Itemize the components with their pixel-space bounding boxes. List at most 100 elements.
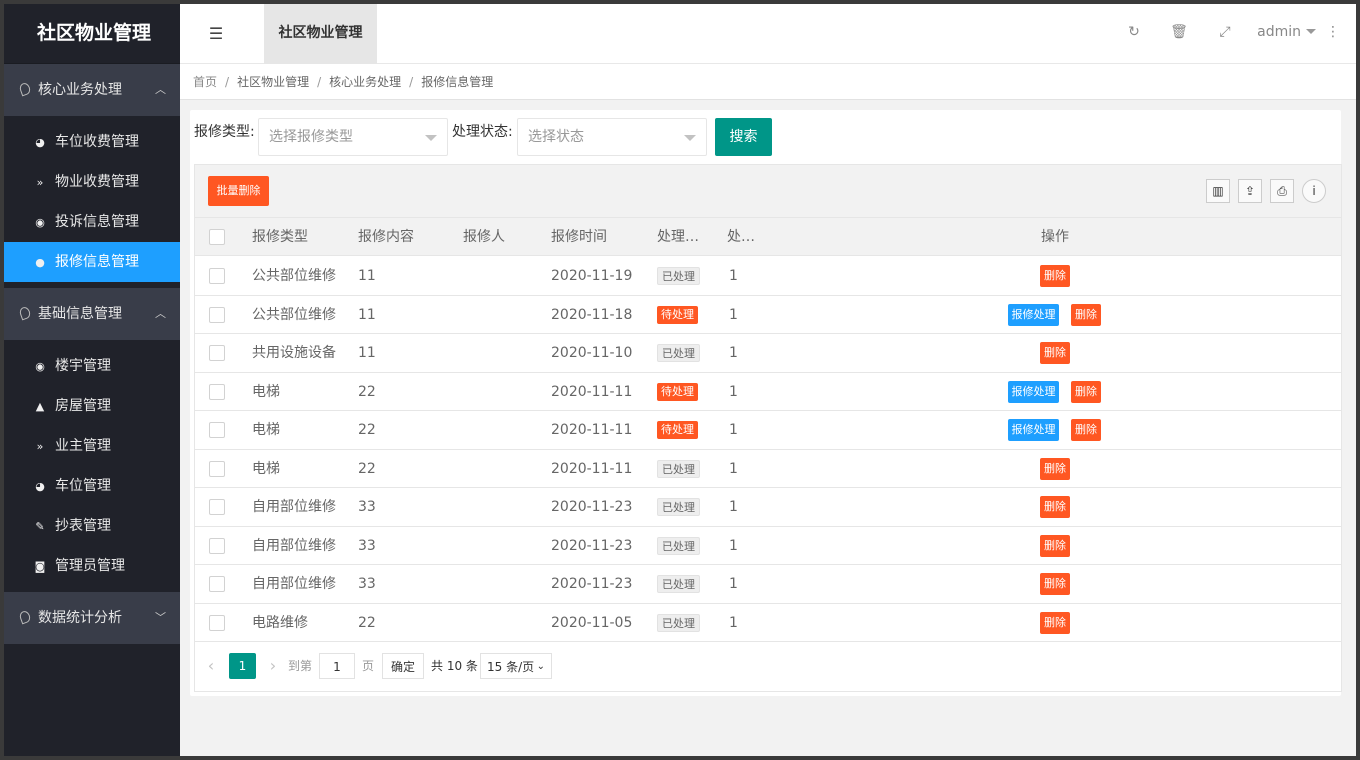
table-toolbar: 批量删除 ▥ ⇪ ⎙ i bbox=[195, 165, 1341, 218]
row-checkbox[interactable] bbox=[209, 268, 225, 284]
cell-repair-time: 2020-11-11 bbox=[551, 460, 633, 477]
columns-icon[interactable]: ▥ bbox=[1206, 179, 1230, 203]
next-page-icon[interactable]: › bbox=[265, 653, 281, 679]
col-reporter[interactable]: 报修人 bbox=[463, 218, 505, 256]
pagination: ‹ 1 › 到第 1 页 确定 共 10 条 15 条/页 ⌄ bbox=[195, 643, 1341, 691]
cell-repair-content: 33 bbox=[358, 499, 376, 515]
refresh-icon[interactable]: ↻ bbox=[1124, 22, 1144, 42]
table-row: 自用部位维修 33 2020-11-23 已处理 1 删除 bbox=[195, 488, 1341, 527]
row-checkbox[interactable] bbox=[209, 537, 225, 554]
row-checkbox[interactable] bbox=[209, 306, 225, 323]
sidebar-item[interactable]: ✎ 抄表管理 bbox=[4, 506, 180, 546]
export-icon[interactable]: ⇪ bbox=[1238, 179, 1262, 203]
main-card: 报修类型: 选择报修类型 处理状态: 选择状态 搜索 批量删除 ▥ ⇪ ⎙ i bbox=[190, 110, 1342, 696]
delete-button[interactable]: 删除 bbox=[1040, 457, 1070, 480]
cell-repair-time: 2020-11-23 bbox=[551, 499, 633, 515]
breadcrumb: 首页 / 社区物业管理 / 核心业务处理 / 报修信息管理 bbox=[180, 64, 1356, 100]
col-status[interactable]: 处理… bbox=[657, 218, 699, 256]
cell-handled: 1 bbox=[729, 383, 738, 400]
cell-repair-type: 自用部位维修 bbox=[252, 537, 336, 554]
sidebar-item[interactable]: ◙ 管理员管理 bbox=[4, 546, 180, 586]
delete-button[interactable]: 删除 bbox=[1071, 303, 1101, 326]
header-tab[interactable]: 社区物业管理 bbox=[264, 4, 377, 64]
page-size-value: 15 条/页 bbox=[487, 660, 535, 674]
cell-repair-type: 电梯 bbox=[252, 460, 280, 477]
sidebar-item[interactable]: ◕ 车位管理 bbox=[4, 466, 180, 506]
trash-icon[interactable]: 🗑 bbox=[1169, 22, 1189, 42]
menu-toggle-icon[interactable]: ☰ bbox=[206, 24, 226, 44]
delete-button[interactable]: 删除 bbox=[1040, 342, 1070, 364]
cell-repair-type: 公共部位维修 bbox=[252, 268, 336, 284]
sidebar-item-label: 车位管理 bbox=[55, 478, 111, 494]
breadcrumb-item[interactable]: 核心业务处理 bbox=[329, 75, 401, 89]
row-checkbox[interactable] bbox=[209, 345, 225, 361]
process-button[interactable]: 报修处理 bbox=[1008, 303, 1059, 326]
delete-button[interactable]: 删除 bbox=[1040, 265, 1070, 287]
col-repair-type[interactable]: 报修类型 bbox=[252, 218, 308, 256]
status-label: 处理状态: bbox=[452, 124, 513, 140]
cell-handled: 1 bbox=[729, 460, 738, 477]
cell-handled: 1 bbox=[729, 268, 738, 284]
nav-group-label: 基础信息管理 bbox=[38, 306, 122, 322]
user-menu[interactable]: admin bbox=[1257, 24, 1316, 40]
more-vertical-icon[interactable]: ⋮ bbox=[1326, 24, 1340, 40]
goto-page-input[interactable]: 1 bbox=[319, 653, 355, 679]
delete-button[interactable]: 删除 bbox=[1071, 419, 1101, 441]
sidebar-item[interactable]: ◉ 楼宇管理 bbox=[4, 346, 180, 386]
print-icon[interactable]: ⎙ bbox=[1270, 179, 1294, 203]
row-checkbox[interactable] bbox=[209, 422, 225, 438]
fullscreen-icon[interactable]: ⤢ bbox=[1215, 22, 1235, 42]
delete-button[interactable]: 删除 bbox=[1040, 534, 1070, 557]
info-icon[interactable]: i bbox=[1302, 179, 1326, 203]
page-size-select[interactable]: 15 条/页 ⌄ bbox=[480, 653, 552, 679]
search-button[interactable]: 搜索 bbox=[715, 118, 772, 156]
process-button[interactable]: 报修处理 bbox=[1008, 380, 1059, 403]
col-handled[interactable]: 处… bbox=[727, 218, 755, 256]
delete-button[interactable]: 删除 bbox=[1040, 496, 1070, 518]
table-row: 公共部位维修 11 2020-11-18 待处理 1 报修处理 删除 bbox=[195, 295, 1341, 334]
row-checkbox[interactable] bbox=[209, 614, 225, 631]
sidebar-item[interactable]: ▲ 房屋管理 bbox=[4, 386, 180, 426]
sidebar-item[interactable]: » 物业收费管理 bbox=[4, 162, 180, 202]
sidebar-item[interactable]: ● 报修信息管理 bbox=[4, 242, 180, 282]
col-repair-content[interactable]: 报修内容 bbox=[358, 218, 414, 256]
nav-group[interactable]: 核心业务处理 ︿ bbox=[4, 64, 180, 116]
sidebar-item[interactable]: ◉ 投诉信息管理 bbox=[4, 202, 180, 242]
status-badge: 待处理 bbox=[657, 382, 698, 401]
goto-confirm-button[interactable]: 确定 bbox=[382, 653, 424, 679]
cell-repair-type: 公共部位维修 bbox=[252, 306, 336, 323]
breadcrumb-home[interactable]: 首页 bbox=[193, 75, 217, 89]
row-checkbox[interactable] bbox=[209, 460, 225, 477]
prev-page-icon[interactable]: ‹ bbox=[203, 653, 219, 679]
cell-repair-type: 电路维修 bbox=[252, 614, 308, 631]
nav-group-label: 核心业务处理 bbox=[38, 82, 122, 98]
current-page[interactable]: 1 bbox=[229, 653, 256, 679]
cell-repair-content: 11 bbox=[358, 268, 376, 284]
sidebar-item[interactable]: » 业主管理 bbox=[4, 426, 180, 466]
repair-type-select[interactable]: 选择报修类型 bbox=[258, 118, 448, 156]
cell-repair-content: 33 bbox=[358, 576, 376, 592]
app-logo: 社区物业管理 bbox=[4, 4, 180, 64]
delete-button[interactable]: 删除 bbox=[1040, 611, 1070, 634]
table-row: 共用设施设备 11 2020-11-10 已处理 1 删除 bbox=[195, 334, 1341, 373]
user-name: admin bbox=[1257, 24, 1301, 40]
status-badge: 待处理 bbox=[657, 305, 698, 324]
sidebar-item-label: 房屋管理 bbox=[55, 398, 111, 414]
delete-button[interactable]: 删除 bbox=[1040, 573, 1070, 595]
col-repair-time[interactable]: 报修时间 bbox=[551, 218, 607, 256]
batch-delete-button[interactable]: 批量删除 bbox=[208, 176, 269, 206]
breadcrumb-item[interactable]: 社区物业管理 bbox=[237, 75, 309, 89]
row-checkbox[interactable] bbox=[209, 499, 225, 515]
sidebar-item[interactable]: ◕ 车位收费管理 bbox=[4, 122, 180, 162]
row-checkbox[interactable] bbox=[209, 383, 225, 400]
row-checkbox[interactable] bbox=[209, 576, 225, 592]
delete-button[interactable]: 删除 bbox=[1071, 380, 1101, 403]
cell-repair-type: 共用设施设备 bbox=[252, 345, 336, 361]
nav-group[interactable]: 数据统计分析 ﹀ bbox=[4, 592, 180, 644]
chevron-up-icon: ︿ bbox=[155, 307, 166, 320]
nav-group[interactable]: 基础信息管理 ︿ bbox=[4, 288, 180, 340]
cell-repair-content: 22 bbox=[358, 614, 376, 631]
select-all-checkbox[interactable] bbox=[209, 229, 225, 245]
process-button[interactable]: 报修处理 bbox=[1008, 419, 1059, 441]
status-select[interactable]: 选择状态 bbox=[517, 118, 707, 156]
